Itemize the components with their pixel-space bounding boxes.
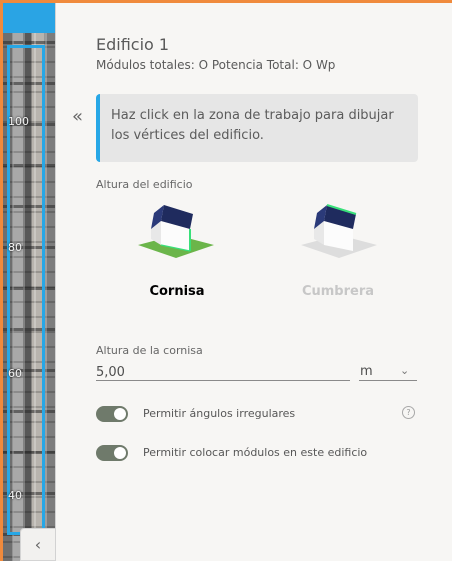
building-panel: « Edificio 1 Módulos totales: O Potencia… — [55, 3, 452, 561]
cornice-height-input[interactable]: 5,00 — [96, 365, 125, 380]
help-icon[interactable]: ? — [402, 406, 415, 419]
chevron-down-icon[interactable]: ⌄ — [400, 364, 409, 377]
cumbrera-label[interactable]: Cumbrera — [288, 284, 388, 299]
allow-modules-toggle[interactable] — [96, 445, 128, 461]
cornice-height-label: Altura de la cornisa — [96, 344, 203, 357]
panel-title: Edificio 1 — [96, 35, 170, 54]
cornice-height-underline — [96, 380, 350, 381]
unit-underline — [359, 380, 417, 381]
collapse-panel-icon[interactable]: « — [72, 106, 83, 127]
building-height-label: Altura del edificio — [96, 178, 193, 191]
map-label: 80 — [8, 241, 22, 254]
allow-modules-label: Permitir colocar módulos en este edifici… — [143, 446, 368, 459]
cumbrera-option[interactable] — [299, 201, 379, 263]
map-highlight-bar — [3, 3, 55, 33]
cornisa-option[interactable] — [136, 201, 216, 263]
map-label: 100 — [8, 115, 29, 128]
info-text: Haz click en la zona de trabajo para dib… — [111, 108, 394, 143]
irregular-angles-label: Permitir ángulos irregulares — [143, 407, 296, 420]
unit-select[interactable]: m — [360, 364, 373, 379]
info-box: Haz click en la zona de trabajo para dib… — [96, 94, 418, 162]
map-label: 60 — [8, 367, 22, 380]
map-label: 40 — [8, 489, 22, 502]
cornisa-label[interactable]: Cornisa — [127, 284, 227, 299]
panel-subtitle: Módulos totales: O Potencia Total: O Wp — [96, 58, 336, 72]
collapse-map-button[interactable]: ‹ — [20, 528, 56, 561]
chevron-left-icon: ‹ — [34, 535, 42, 554]
cornisa-house-icon — [138, 205, 214, 258]
cumbrera-house-icon — [301, 204, 377, 258]
map-view[interactable]: 100 80 60 40 — [3, 3, 55, 561]
irregular-angles-toggle[interactable] — [96, 406, 128, 422]
